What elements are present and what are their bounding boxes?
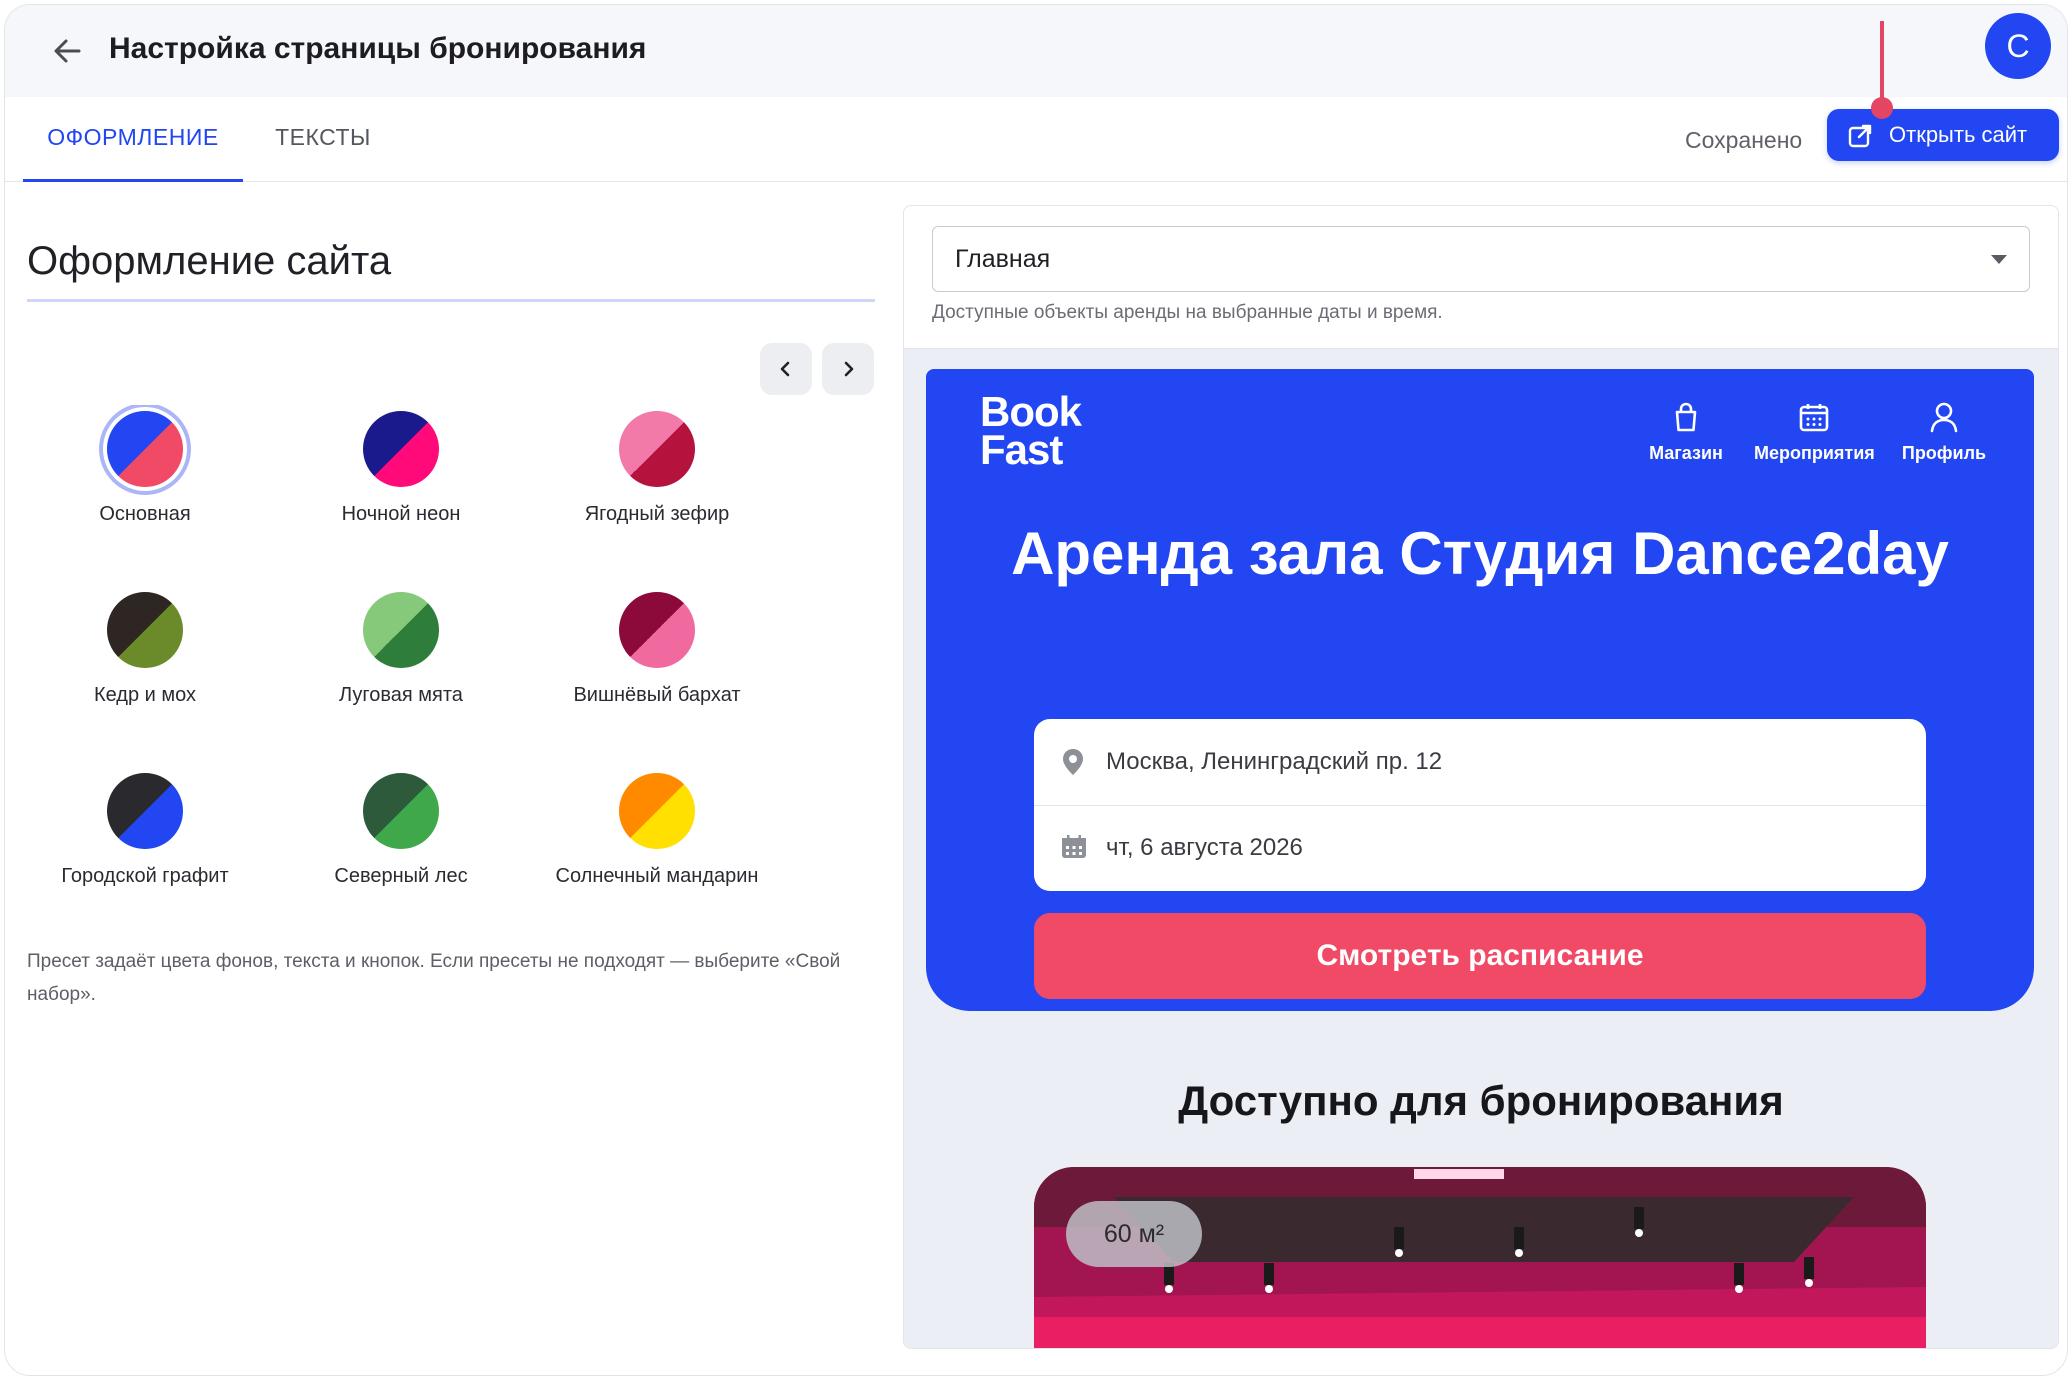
user-icon [1930, 402, 1958, 433]
nav-events[interactable]: Мероприятия [1754, 399, 1875, 464]
tab-texts[interactable]: ТЕКСТЫ [267, 97, 379, 179]
nav-shop[interactable]: Магазин [1626, 399, 1746, 464]
preset-item[interactable]: Северный лес [283, 767, 519, 905]
preset-swatch [107, 592, 183, 668]
preset-item[interactable]: Вишнёвый бархат [539, 586, 775, 726]
date-field[interactable]: чт, 6 августа 2026 [1034, 805, 1926, 891]
preset-label: Кедр и мох [93, 684, 197, 706]
preset-item[interactable]: Солнечный мандарин [539, 767, 775, 905]
dropdown-caret-icon [1991, 255, 2007, 264]
calendar-icon [1799, 404, 1829, 432]
location-pin-icon [1063, 749, 1083, 775]
available-title: Доступно для бронирования [1178, 1077, 1784, 1124]
preview-panel: Главная Доступные объекты аренды на выбр… [903, 205, 2059, 1349]
save-status: Сохранено [1685, 127, 1803, 153]
hero-section: Book Fast Магазин Мероприятия Профиль Ар… [926, 369, 2034, 1011]
open-site-label: Открыть сайт [1889, 122, 2028, 147]
arrow-left-icon [54, 39, 81, 63]
preset-swatch [363, 592, 439, 668]
preset-label: Вишнёвый бархат [573, 684, 741, 706]
carousel-next-button[interactable] [822, 343, 874, 395]
preset-hint: Пресет задаёт цвета фонов, текста и кноп… [27, 951, 841, 1005]
bookfast-logo[interactable]: Book Fast [980, 391, 1082, 471]
top-bar: Настройка страницы бронирования С [5, 5, 2067, 97]
preset-label: Солнечный мандарин [555, 865, 759, 887]
chevron-right-icon [844, 361, 854, 377]
tabs-bar: ОФОРМЛЕНИЕ ТЕКСТЫ Сохранено Открыть сайт [5, 97, 2067, 182]
preset-swatch [619, 592, 695, 668]
open-site-button[interactable]: Открыть сайт [1827, 109, 2059, 161]
page-title: Настройка страницы бронирования [109, 32, 647, 65]
preset-item[interactable]: Ночной неон [283, 405, 519, 545]
preset-label: Не [795, 865, 875, 888]
view-schedule-button[interactable]: Смотреть расписание [1034, 913, 1926, 999]
carousel-prev-button[interactable] [760, 343, 812, 395]
area-badge: 60 м² [1066, 1201, 1202, 1267]
preset-label: Городской графит [61, 865, 229, 887]
preset-label: Ягодный зефир [584, 503, 730, 525]
page-select-value: Главная [955, 245, 1051, 273]
preset-swatch [619, 773, 695, 849]
preset-swatch [107, 773, 183, 849]
preset-label: Утр [795, 684, 875, 707]
page-select-hint: Доступные объекты аренды на выбранные да… [932, 302, 1443, 323]
site-preview: Book Fast Магазин Мероприятия Профиль Ар… [904, 348, 2058, 1348]
preset-swatch [363, 773, 439, 849]
search-card: Москва, Ленинградский пр. 12 чт, 6 авгус… [1034, 719, 1926, 891]
preset-item[interactable]: Утр [795, 586, 875, 726]
chevron-left-icon [780, 361, 790, 377]
preset-label: Ночной неон [341, 503, 461, 525]
preset-label: Си [795, 503, 875, 526]
preset-item[interactable]: Не [795, 767, 875, 905]
nav-profile[interactable]: Профиль [1884, 399, 2004, 464]
avatar[interactable]: С [1985, 13, 2051, 79]
preset-label: Основная [99, 503, 191, 525]
preset-item[interactable]: Луговая мята [283, 586, 519, 726]
app-window: Настройка страницы бронирования С ОФОРМЛ… [4, 4, 2068, 1376]
address-field[interactable]: Москва, Ленинградский пр. 12 [1034, 719, 1926, 806]
design-section-title: Оформление сайта [27, 239, 392, 283]
preset-swatch [363, 411, 439, 487]
page-select[interactable]: Главная [932, 226, 2030, 292]
preset-grid: Основная Ночной неон Ягодный зефир Си Кедр и… [27, 405, 875, 905]
preset-item[interactable]: Си [795, 405, 875, 545]
annotation-pointer-line [1880, 21, 1884, 105]
annotation-pointer-dot [1871, 97, 1893, 119]
back-button[interactable] [45, 29, 89, 73]
preset-swatch [619, 411, 695, 487]
preset-swatch [107, 411, 183, 487]
preset-item[interactable]: Кедр и мох [27, 586, 263, 726]
preset-item[interactable]: Городской графит [27, 767, 263, 905]
bag-icon [1675, 402, 1697, 432]
section-divider [27, 299, 875, 302]
preset-label: Северный лес [334, 865, 468, 887]
tab-design[interactable]: ОФОРМЛЕНИЕ [23, 97, 243, 182]
preset-item[interactable]: Ягодный зефир [539, 405, 775, 545]
preset-item[interactable]: Основная [27, 405, 263, 545]
hero-title: Аренда зала Студия Dance2day [1011, 520, 1949, 587]
calendar-icon [1062, 835, 1086, 858]
preset-label: Луговая мята [339, 684, 463, 706]
external-link-icon [1848, 124, 1872, 148]
